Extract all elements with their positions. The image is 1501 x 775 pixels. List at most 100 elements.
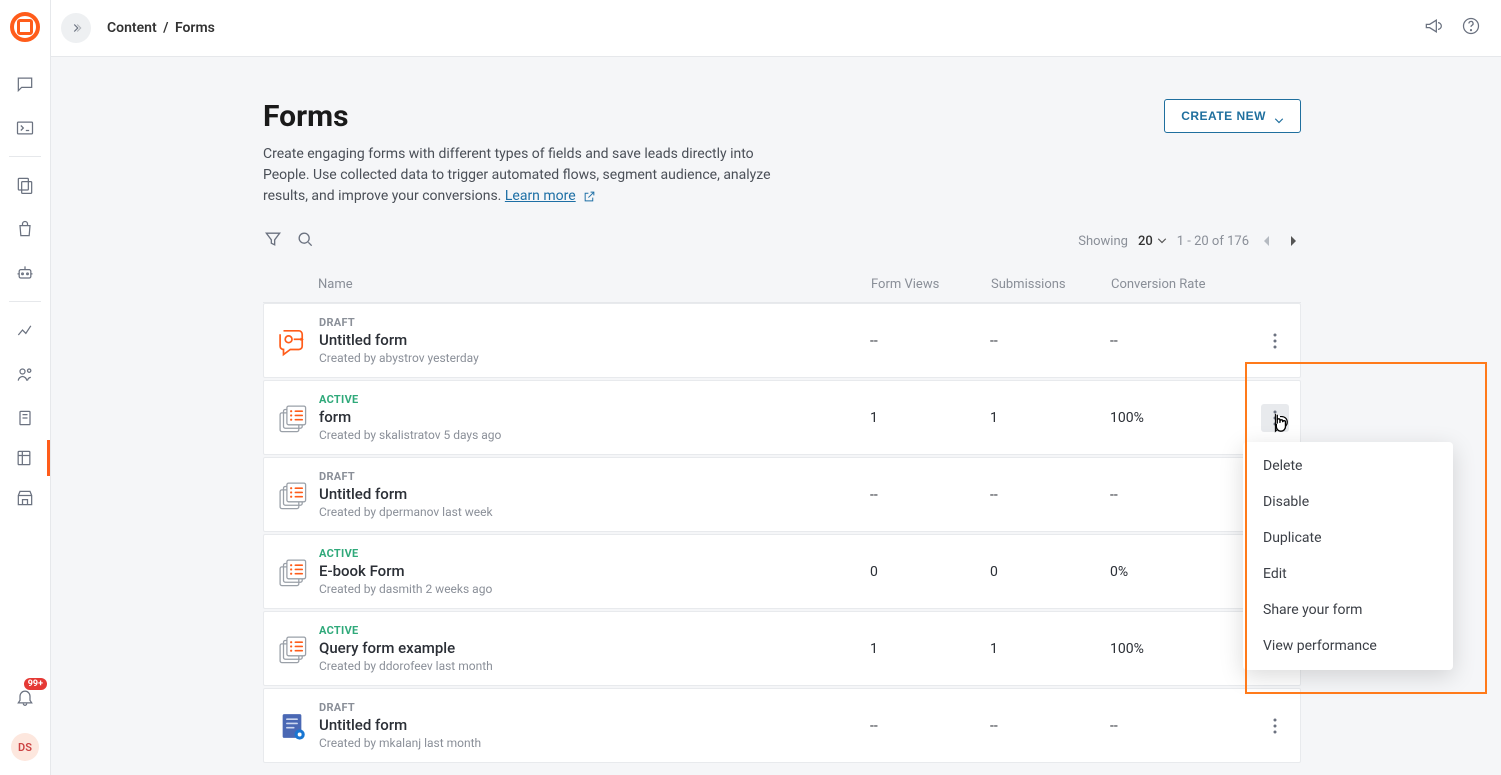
menu-item-share-your-form[interactable]: Share your form [1243, 592, 1453, 628]
sidebar-divider [9, 301, 41, 302]
announcement-icon[interactable] [1423, 16, 1443, 40]
page-size-select[interactable]: 20 [1138, 234, 1167, 249]
rate-value: -- [1110, 333, 1250, 349]
submissions-value: -- [990, 487, 1110, 503]
sidebar-item-people-icon[interactable] [13, 362, 37, 386]
form-meta: Created by dpermanov last week [319, 505, 870, 519]
views-value: 1 [870, 410, 990, 426]
form-meta: Created by skalistratov 5 days ago [319, 428, 870, 442]
submissions-value: -- [990, 718, 1110, 734]
row-actions-button[interactable] [1261, 404, 1289, 432]
submissions-value: 1 [990, 410, 1110, 426]
form-doc-blue-icon [275, 709, 309, 743]
views-value: 0 [870, 564, 990, 580]
form-meta: Created by mkalanj last month [319, 736, 870, 750]
col-header-views[interactable]: Form Views [871, 277, 991, 292]
table-row[interactable]: DRAFT Untitled form Created by abystrov ye… [263, 303, 1301, 378]
sidebar: 99+ DS [0, 0, 51, 775]
menu-item-edit[interactable]: Edit [1243, 556, 1453, 592]
status-badge: DRAFT [319, 701, 870, 714]
form-stack-icon [275, 555, 309, 589]
page-title: Forms [263, 99, 783, 134]
sidebar-toggle-button[interactable] [61, 13, 91, 43]
breadcrumb-current: Forms [175, 20, 215, 36]
sidebar-item-forms-active[interactable] [0, 440, 50, 476]
rate-value: 0% [1110, 564, 1250, 580]
sidebar-item-terminal-icon[interactable] [13, 116, 37, 140]
sidebar-item-robot-icon[interactable] [13, 261, 37, 285]
learn-more-link[interactable]: Learn more [505, 188, 576, 204]
sidebar-item-analytics-icon[interactable] [13, 318, 37, 342]
row-context-menu: DeleteDisableDuplicateEditShare your for… [1243, 442, 1453, 670]
form-draft-orange-icon [275, 324, 309, 358]
form-name[interactable]: E-book Form [319, 562, 870, 580]
status-badge: DRAFT [319, 470, 870, 483]
form-name[interactable]: Untitled form [319, 331, 870, 349]
views-value: 1 [870, 641, 990, 657]
menu-item-view-performance[interactable]: View performance [1243, 628, 1453, 664]
menu-item-disable[interactable]: Disable [1243, 484, 1453, 520]
submissions-value: 1 [990, 641, 1110, 657]
form-name[interactable]: Untitled form [319, 485, 870, 503]
status-badge: ACTIVE [319, 393, 870, 406]
menu-item-delete[interactable]: Delete [1243, 448, 1453, 484]
notification-count: 99+ [24, 678, 47, 690]
views-value: -- [870, 333, 990, 349]
row-actions-button[interactable] [1261, 327, 1289, 355]
form-name[interactable]: Untitled form [319, 716, 870, 734]
notification-bell-icon[interactable]: 99+ [13, 685, 37, 709]
menu-item-duplicate[interactable]: Duplicate [1243, 520, 1453, 556]
rate-value: -- [1110, 487, 1250, 503]
breadcrumb-parent[interactable]: Content [107, 20, 157, 36]
chevron-down-icon [1274, 113, 1284, 119]
search-icon[interactable] [295, 229, 315, 253]
form-name[interactable]: form [319, 408, 870, 426]
rate-value: 100% [1110, 410, 1250, 426]
form-meta: Created by ddorofeev last month [319, 659, 870, 673]
sidebar-divider [9, 156, 41, 157]
avatar[interactable]: DS [11, 733, 39, 761]
rate-value: 100% [1110, 641, 1250, 657]
help-icon[interactable] [1461, 16, 1481, 40]
col-header-rate[interactable]: Conversion Rate [1111, 277, 1251, 292]
rate-value: -- [1110, 718, 1250, 734]
views-value: -- [870, 487, 990, 503]
submissions-value: -- [990, 333, 1110, 349]
form-stack-icon [275, 478, 309, 512]
table-row[interactable]: DRAFT Untitled form Created by mkalanj las… [263, 688, 1301, 763]
sidebar-item-copy-icon[interactable] [13, 173, 37, 197]
status-badge: ACTIVE [319, 547, 870, 560]
next-page-button[interactable] [1285, 233, 1301, 249]
prev-page-button [1259, 233, 1275, 249]
brand-logo[interactable] [10, 12, 40, 42]
topbar: Content / Forms [51, 0, 1501, 57]
pagination-info: Showing 20 1 - 20 of 176 [1078, 233, 1301, 249]
page-description: Create engaging forms with different typ… [263, 144, 783, 207]
sidebar-item-store-icon[interactable] [13, 486, 37, 510]
table-header: Name Form Views Submissions Conversion R… [263, 263, 1301, 303]
table-row[interactable]: ACTIVE E-book Form Created by dasmith 2 we… [263, 534, 1301, 609]
sidebar-item-book-icon[interactable] [13, 406, 37, 430]
submissions-value: 0 [990, 564, 1110, 580]
breadcrumb: Content / Forms [107, 20, 215, 36]
table-row[interactable]: DRAFT Untitled form Created by dpermanov l… [263, 457, 1301, 532]
sidebar-item-chat-icon[interactable] [13, 72, 37, 96]
create-new-button[interactable]: CREATE NEW [1164, 99, 1301, 133]
status-badge: ACTIVE [319, 624, 870, 637]
col-header-name[interactable]: Name [318, 277, 871, 292]
form-stack-icon [275, 632, 309, 666]
form-meta: Created by dasmith 2 weeks ago [319, 582, 870, 596]
filter-icon[interactable] [263, 229, 283, 253]
views-value: -- [870, 718, 990, 734]
sidebar-item-bag-icon[interactable] [13, 217, 37, 241]
form-stack-icon [275, 401, 309, 435]
col-header-submissions[interactable]: Submissions [991, 277, 1111, 292]
table-row[interactable]: ACTIVE form Created by skalistratov 5 days… [263, 380, 1301, 455]
external-link-icon [583, 190, 596, 203]
form-meta: Created by abystrov yesterday [319, 351, 870, 365]
status-badge: DRAFT [319, 316, 870, 329]
table-row[interactable]: ACTIVE Query form example Created by ddoro… [263, 611, 1301, 686]
form-name[interactable]: Query form example [319, 639, 870, 657]
table-rows: DRAFT Untitled form Created by abystrov ye… [263, 303, 1301, 763]
row-actions-button[interactable] [1261, 712, 1289, 740]
